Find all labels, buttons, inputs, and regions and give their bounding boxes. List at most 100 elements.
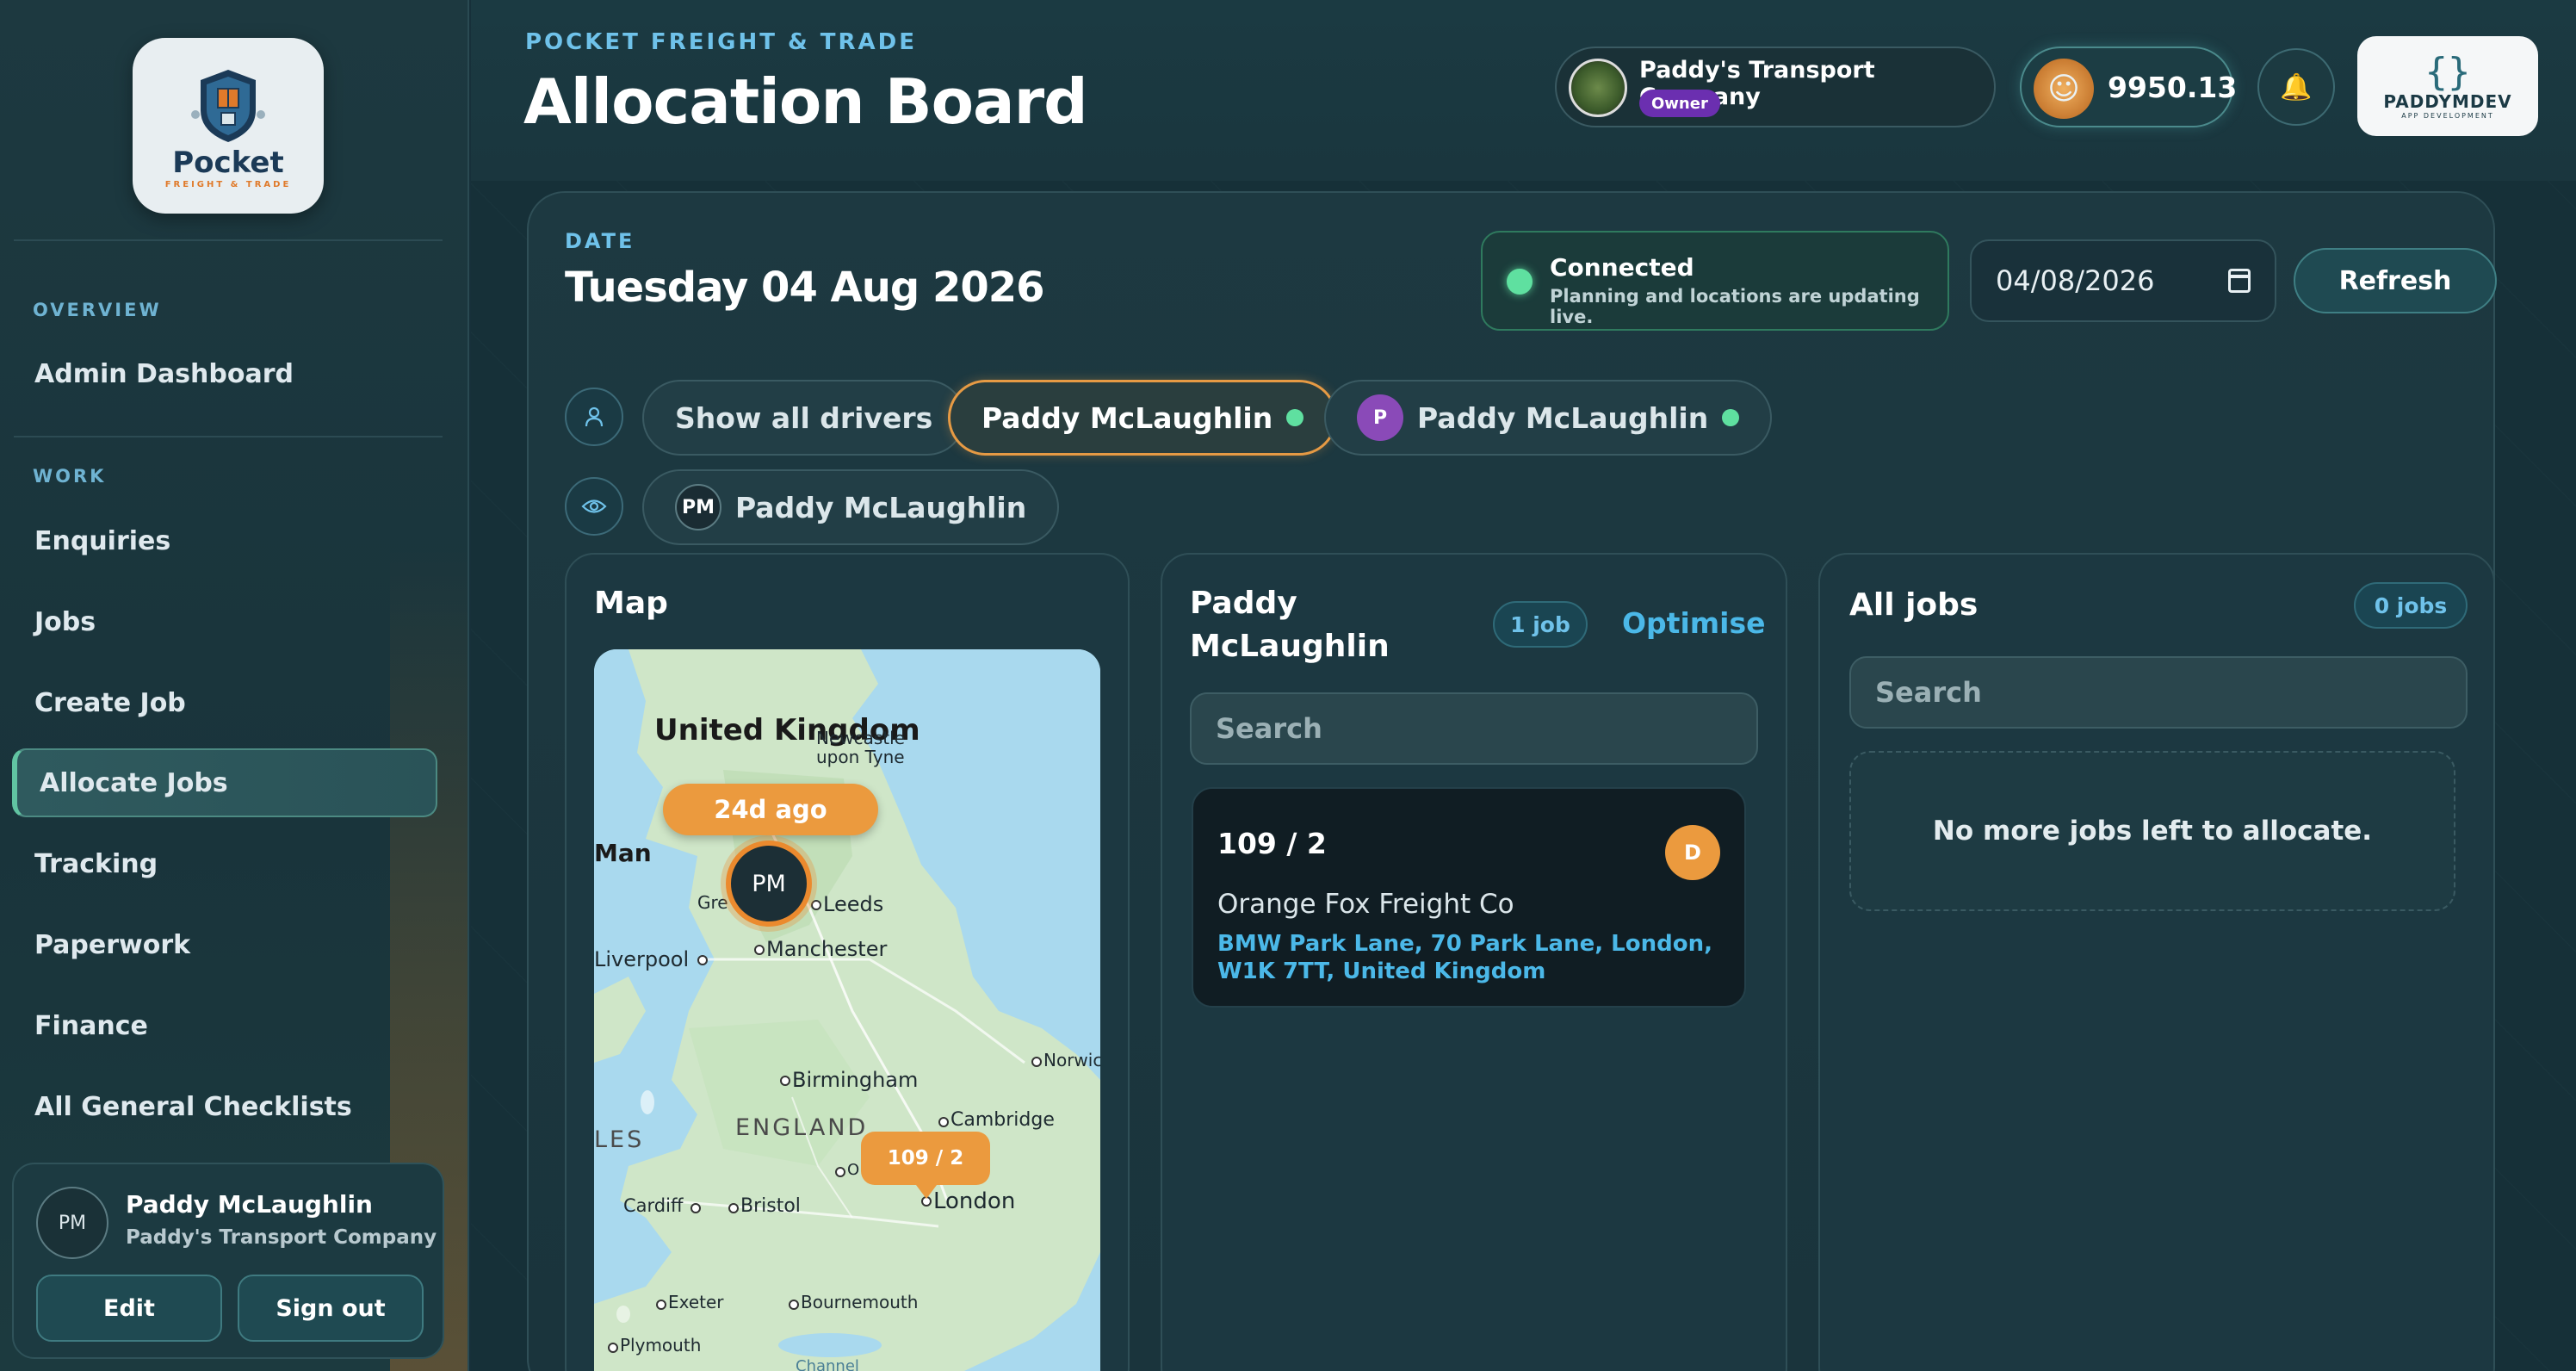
map-label: Birmingham	[792, 1068, 919, 1092]
sign-out-button[interactable]: Sign out	[238, 1275, 424, 1342]
map-label: Manchester	[766, 937, 888, 961]
balance-value: 9950.13	[2108, 71, 2238, 104]
map-city-dot	[728, 1203, 739, 1213]
chip-label: Show all drivers	[675, 400, 933, 435]
chip-label: Paddy McLaughlin	[981, 400, 1273, 435]
map-label: Cambridge	[951, 1109, 1055, 1131]
sidebar-item-jobs[interactable]: Jobs	[12, 587, 437, 656]
mascot-avatar-icon: ☺	[2034, 59, 2094, 119]
calendar-icon[interactable]	[2228, 269, 2251, 293]
job-map-pin[interactable]: 109 / 2	[861, 1132, 990, 1199]
chip-label: Paddy McLaughlin	[735, 490, 1027, 524]
sidebar-item-tracking[interactable]: Tracking	[12, 829, 437, 898]
online-indicator	[1286, 409, 1304, 426]
status-dot	[1507, 269, 1533, 295]
map-view[interactable]: United Kingdom Newcastle upon Tyne Man G…	[594, 649, 1100, 1371]
sidebar-item-finance[interactable]: Finance	[12, 991, 437, 1060]
user-name: Paddy McLaughlin	[126, 1190, 373, 1219]
chip-driver-selected[interactable]: Paddy McLaughlin	[948, 380, 1338, 456]
refresh-button[interactable]: Refresh	[2294, 248, 2497, 313]
map-label: London	[933, 1188, 1016, 1214]
job-reference: 109 / 2	[1217, 827, 1327, 860]
map-label: Exeter	[668, 1292, 724, 1312]
job-customer: Orange Fox Freight Co	[1217, 889, 1514, 920]
map-city-dot	[1031, 1057, 1042, 1067]
chip-driver[interactable]: P Paddy McLaughlin	[1324, 380, 1773, 456]
status-subtitle: Planning and locations are updating live…	[1550, 286, 1920, 327]
sidebar-divider	[14, 436, 443, 437]
sidebar-item-enquiries[interactable]: Enquiries	[12, 506, 437, 575]
sidebar-item-create-job[interactable]: Create Job	[12, 668, 437, 737]
role-badge: Owner	[1639, 90, 1720, 117]
job-card[interactable]: 109 / 2 D Orange Fox Freight Co BMW Park…	[1192, 787, 1746, 1008]
map-city-dot	[656, 1300, 666, 1310]
bell-icon[interactable]: 🔔	[2257, 48, 2335, 126]
sidebar-divider	[14, 239, 443, 241]
job-status-badge: D	[1665, 825, 1720, 880]
map-label: Plymouth	[620, 1335, 702, 1355]
eye-icon	[581, 499, 607, 513]
map-label: Liverpool	[594, 947, 690, 971]
map-city-dot	[938, 1117, 949, 1127]
logo-tagline: FREIGHT & TRADE	[164, 179, 292, 189]
date-value: Tuesday 04 Aug 2026	[565, 264, 1045, 312]
map-city-dot	[690, 1203, 701, 1213]
user-company: Paddy's Transport Company	[126, 1226, 437, 1249]
sidebar-section-overview: OVERVIEW	[33, 300, 162, 320]
map-city-dot	[835, 1167, 845, 1177]
map-label: O	[847, 1161, 860, 1179]
sidebar-item-allocate-jobs[interactable]: Allocate Jobs	[12, 748, 437, 817]
driver-last-seen-bubble[interactable]: 24d ago	[663, 784, 878, 835]
map-label: Cardiff	[623, 1195, 684, 1216]
all-jobs-search-input[interactable]	[1849, 656, 2468, 729]
online-indicator	[1722, 409, 1740, 426]
driver-column-title: Paddy McLaughlin	[1190, 586, 1390, 664]
driver-location-marker[interactable]: PM	[726, 841, 812, 927]
date-label: DATE	[565, 229, 635, 253]
sidebar-item-admin-dashboard[interactable]: Admin Dashboard	[12, 339, 437, 408]
map-label: Newcastle upon Tyne	[816, 728, 905, 767]
edit-profile-button[interactable]: Edit	[36, 1275, 222, 1342]
map-city-dot	[697, 955, 708, 965]
avatar: PM	[36, 1187, 108, 1259]
sidebar-section-work: WORK	[33, 466, 107, 487]
map-city-dot	[811, 900, 821, 910]
all-jobs-count-badge: 0 jobs	[2354, 582, 2468, 629]
map-label: ENGLAND	[735, 1114, 869, 1141]
connection-status: Connected Planning and locations are upd…	[1481, 231, 1949, 331]
map-label: Leeds	[823, 892, 884, 916]
map-label: Bristol	[740, 1195, 801, 1217]
driver-jobs-search-input[interactable]	[1190, 692, 1758, 765]
all-jobs-title: All jobs	[1849, 587, 1978, 623]
user-card: PM Paddy McLaughlin Paddy's Transport Co…	[12, 1163, 444, 1359]
balance-pill[interactable]: ☺ 9950.13	[2020, 47, 2237, 127]
driver-filter-button[interactable]	[565, 388, 623, 446]
page-title: Allocation Board	[523, 65, 1088, 138]
chip-viewer[interactable]: PM Paddy McLaughlin	[642, 469, 1060, 545]
developer-badge[interactable]: {} PADDYMDEV APP DEVELOPMENT	[2357, 36, 2538, 136]
pocket-logo-icon	[191, 69, 265, 142]
optimise-button[interactable]: Optimise	[1622, 606, 1765, 640]
date-picker-value: 04/08/2026	[1996, 264, 2155, 297]
company-switcher[interactable]: Paddy's Transport Company Owner	[1555, 47, 1996, 127]
map-city-dot	[789, 1300, 799, 1310]
viewer-filter-button[interactable]	[565, 477, 623, 536]
date-picker-input[interactable]: 04/08/2026	[1970, 239, 2276, 322]
chip-show-all-drivers[interactable]: Show all drivers	[642, 380, 966, 456]
status-title: Connected	[1550, 253, 1694, 282]
map-label: Gre	[697, 892, 728, 913]
code-braces-icon: {}	[2424, 49, 2471, 94]
person-icon	[585, 406, 604, 427]
company-logo-icon	[1569, 59, 1627, 117]
developer-name: PADDYMDEV	[2383, 90, 2512, 112]
avatar: P	[1357, 394, 1403, 441]
brand-logo[interactable]: Pocket FREIGHT & TRADE	[133, 38, 324, 214]
sidebar-item-all-general-checklists[interactable]: All General Checklists	[12, 1072, 437, 1141]
developer-sub: APP DEVELOPMENT	[2401, 111, 2494, 120]
job-address-link[interactable]: BMW Park Lane, 70 Park Lane, London, W1K…	[1217, 930, 1734, 985]
map-city-dot	[780, 1076, 790, 1086]
empty-state-message: No more jobs left to allocate.	[1849, 751, 2455, 911]
avatar: PM	[675, 484, 721, 530]
logo-wordmark: Pocket	[172, 145, 284, 180]
sidebar-item-paperwork[interactable]: Paperwork	[12, 910, 437, 979]
